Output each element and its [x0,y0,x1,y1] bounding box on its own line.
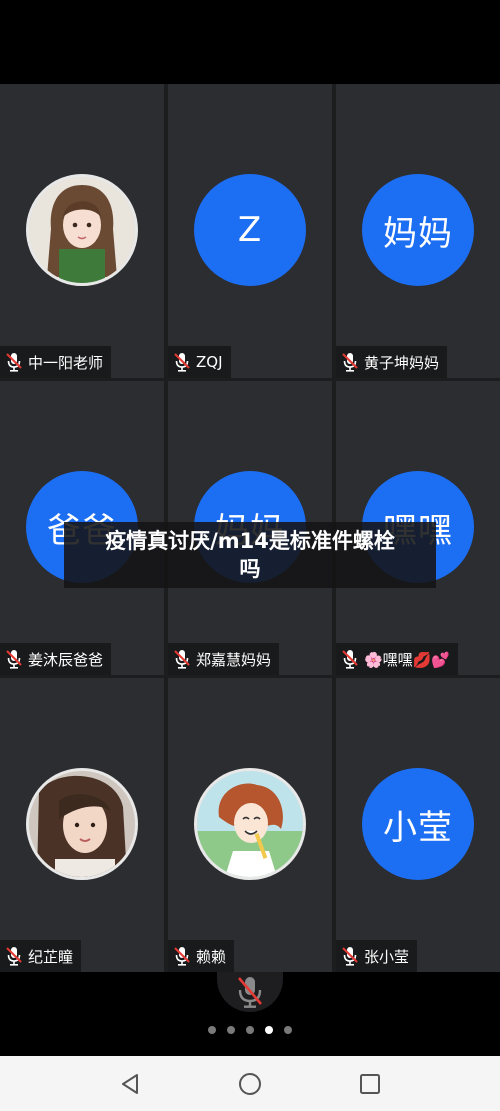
mute-button[interactable] [217,972,283,1012]
banner-line-1: 疫情真讨厌/m14是标准件螺栓 [105,529,395,553]
participant-name-tag: 黄子坤妈妈 [336,346,448,378]
meeting-control-bar [0,972,500,1056]
participant-name: 中一阳老师 [28,353,104,372]
participant-avatar [26,768,138,880]
banner-line-2: 吗 [239,557,261,581]
system-nav-bar [0,1056,500,1111]
participant-name: 赖赖 [196,947,227,966]
mic-muted-icon [342,353,358,372]
participant-avatar [194,768,306,880]
page-dot[interactable] [246,1026,254,1034]
participant-name: 🌸嘿嘿💋💕 [364,650,451,669]
participant-avatar: 妈妈 [362,174,474,286]
participant-tile[interactable]: 赖赖 [168,678,332,972]
participant-name-tag: 郑嘉慧妈妈 [168,643,280,675]
participant-name: 姜沐辰爸爸 [28,650,104,669]
participant-name: 纪芷瞳 [28,947,74,966]
participant-name-tag: ZQJ [168,346,231,378]
mic-muted-icon [6,947,22,966]
participant-name-tag: 赖赖 [168,940,235,972]
participant-tile[interactable]: 小莹 张小莹 [336,678,500,972]
participant-name-tag: 姜沐辰爸爸 [0,643,112,675]
back-icon [122,1073,138,1094]
participant-avatar [26,174,138,286]
back-button[interactable] [110,1064,150,1104]
mic-muted-icon [6,353,22,372]
overlay-caption-banner: 疫情真讨厌/m14是标准件螺栓 吗 [64,522,436,588]
mic-off-icon [238,977,262,1008]
participant-name: 张小莹 [364,947,410,966]
participant-name-tag: 纪芷瞳 [0,940,82,972]
page-dot[interactable] [208,1026,216,1034]
avatar-photo-cartoon [197,771,303,877]
participant-name: 郑嘉慧妈妈 [196,650,272,669]
participant-name-tag: 中一阳老师 [0,346,112,378]
mic-muted-icon [342,650,358,669]
participant-name-tag: 🌸嘿嘿💋💕 [336,643,459,675]
participant-tile[interactable]: 中一阳老师 [0,84,164,378]
participant-name-tag: 张小莹 [336,940,418,972]
recents-icon [360,1073,380,1094]
page-indicator [0,1026,500,1034]
status-bar [0,0,500,84]
participant-name: 黄子坤妈妈 [364,353,440,372]
recents-button[interactable] [350,1064,390,1104]
participant-avatar: 小莹 [362,768,474,880]
home-icon [239,1072,261,1095]
home-button[interactable] [230,1064,270,1104]
avatar-photo-woman [29,771,135,877]
page-dot[interactable] [227,1026,235,1034]
mic-muted-icon [174,650,190,669]
participant-tile[interactable]: 妈妈 黄子坤妈妈 [336,84,500,378]
page-dot-active[interactable] [265,1026,273,1034]
avatar-photo-anime-girl [29,177,135,283]
mic-muted-icon [174,353,190,372]
participant-name: ZQJ [196,353,223,371]
participant-tile[interactable]: Z ZQJ [168,84,332,378]
participant-avatar: Z [194,174,306,286]
mic-muted-icon [174,947,190,966]
mic-muted-icon [6,650,22,669]
participant-tile[interactable]: 纪芷瞳 [0,678,164,972]
page-dot[interactable] [284,1026,292,1034]
mic-muted-icon [342,947,358,966]
